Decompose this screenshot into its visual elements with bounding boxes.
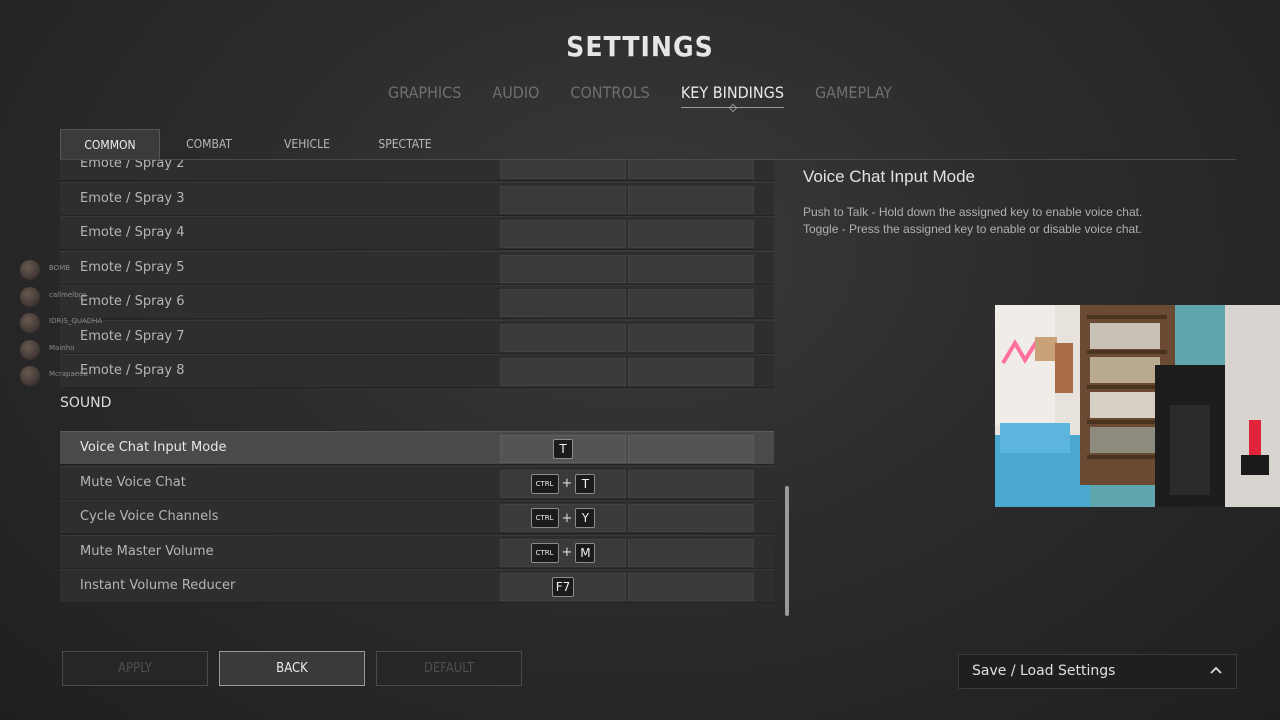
primary-binding-slot[interactable] [500, 289, 626, 317]
secondary-binding-slot[interactable] [628, 323, 754, 352]
subtab-common[interactable]: COMMON [60, 129, 160, 159]
keybind-row-voice-chat-input-mode[interactable]: Voice Chat Input Mode T [60, 431, 774, 465]
default-button[interactable]: DEFAULT [376, 651, 522, 686]
keybind-row-cycle-voice-channels[interactable]: Cycle Voice Channels CTRL + Y [60, 500, 774, 534]
secondary-binding-slot[interactable] [628, 573, 754, 601]
secondary-binding-slot[interactable] [628, 185, 754, 214]
sub-tab-bar: COMMON COMBAT VEHICLE SPECTATE [60, 129, 1236, 160]
primary-binding-slot[interactable] [500, 358, 626, 386]
top-tab-bar: GRAPHICS AUDIO CONTROLS KEY BINDINGS GAM… [0, 80, 1280, 108]
keybind-row-mute-master-volume[interactable]: Mute Master Volume CTRL + M [60, 534, 774, 569]
overlay-username: Mainho [49, 343, 75, 352]
keybind-label: Emote / Spray 2 [80, 160, 185, 171]
keybind-row[interactable]: Emote / Spray 3 [60, 181, 774, 216]
subtab-combat[interactable]: COMBAT [160, 129, 258, 159]
plus-sign: + [561, 545, 573, 560]
save-load-label: Save / Load Settings [972, 663, 1116, 679]
apply-button[interactable]: APPLY [62, 651, 208, 686]
overlay-user: Mainho [18, 338, 188, 365]
back-button[interactable]: BACK [219, 651, 365, 686]
chevron-up-icon [1210, 666, 1222, 674]
plus-sign: + [561, 476, 573, 491]
primary-binding-slot[interactable] [500, 160, 626, 179]
tab-audio[interactable]: AUDIO [492, 80, 539, 108]
primary-binding-slot[interactable]: CTRL + M [500, 538, 626, 567]
key-cap: Y [575, 508, 596, 528]
plus-sign: + [561, 510, 573, 526]
overlay-username: BOMB [49, 264, 71, 272]
overlay-username: IDRIS_QUADHA [49, 317, 103, 325]
secondary-binding-slot[interactable] [628, 358, 754, 386]
overlay-username: Mcrapaeed [49, 370, 88, 378]
primary-binding-slot[interactable]: CTRL + Y [500, 504, 626, 532]
keybind-row-instant-volume-reducer[interactable]: Instant Volume Reducer F7 [60, 569, 774, 603]
save-load-settings-dropdown[interactable]: Save / Load Settings [958, 654, 1237, 689]
webcam-feed [995, 305, 1280, 507]
description-line: Toggle - Press the assigned key to enabl… [803, 222, 1142, 236]
secondary-binding-slot[interactable] [628, 160, 754, 179]
primary-binding-slot[interactable] [500, 220, 626, 248]
description-title: Voice Chat Input Mode [803, 167, 976, 186]
keybind-row[interactable]: Emote / Spray 4 [60, 216, 774, 250]
keybind-label: Mute Voice Chat [80, 474, 186, 490]
avatar [20, 260, 40, 280]
primary-binding-slot[interactable] [500, 323, 626, 352]
subtab-vehicle[interactable]: VEHICLE [258, 129, 356, 159]
keybind-row-mute-voice-chat[interactable]: Mute Voice Chat CTRL + T [60, 465, 774, 500]
secondary-binding-slot[interactable] [628, 504, 754, 532]
avatar [20, 313, 40, 333]
keybind-label: Mute Master Volume [80, 543, 214, 559]
secondary-binding-slot[interactable] [628, 435, 754, 463]
primary-binding-slot[interactable] [500, 185, 626, 214]
secondary-binding-slot[interactable] [628, 220, 754, 248]
voice-overlay: BOMB callmelbgs IDRIS_QUADHA Mainho Mcra… [18, 258, 188, 391]
tab-controls[interactable]: CONTROLS [570, 80, 649, 108]
key-cap: M [575, 542, 596, 563]
key-cap: F7 [551, 577, 575, 597]
page-title: SETTINGS [566, 30, 714, 63]
keybind-label: Instant Volume Reducer [80, 578, 236, 593]
overlay-user: IDRIS_QUADHA [18, 311, 188, 338]
primary-binding-slot[interactable]: CTRL + T [500, 469, 626, 498]
subtab-spectate[interactable]: SPECTATE [356, 129, 454, 159]
overlay-username: callmelbgs [49, 290, 87, 299]
key-cap: T [575, 473, 596, 494]
overlay-user: Mcrapaeed [18, 364, 188, 391]
keybind-label: Emote / Spray 3 [80, 190, 185, 206]
secondary-binding-slot[interactable] [628, 538, 754, 567]
overlay-user: BOMB [18, 258, 188, 285]
primary-binding-slot[interactable] [500, 254, 626, 283]
description-line: Push to Talk - Hold down the assigned ke… [803, 205, 1143, 219]
keybind-label: Cycle Voice Channels [80, 509, 219, 524]
avatar [20, 286, 40, 307]
section-header-sound: SOUND [60, 395, 112, 411]
keybind-label: Voice Chat Input Mode [80, 440, 227, 455]
avatar [20, 366, 40, 386]
secondary-binding-slot[interactable] [628, 254, 754, 283]
tab-graphics[interactable]: GRAPHICS [388, 80, 461, 108]
overlay-user: callmelbgs [18, 285, 188, 312]
key-cap: T [553, 439, 573, 459]
modifier-key-cap: CTRL [530, 508, 559, 528]
modifier-key-cap: CTRL [530, 542, 559, 563]
secondary-binding-slot[interactable] [628, 469, 754, 498]
secondary-binding-slot[interactable] [628, 289, 754, 317]
webcam-image [995, 305, 1280, 507]
avatar [20, 339, 40, 360]
scrollbar-thumb[interactable] [785, 486, 789, 616]
modifier-key-cap: CTRL [530, 473, 559, 494]
keybind-row[interactable]: Emote / Spray 2 [60, 160, 774, 181]
tab-gameplay[interactable]: GAMEPLAY [815, 80, 892, 108]
primary-binding-slot[interactable]: T [500, 435, 626, 463]
primary-binding-slot[interactable]: F7 [500, 573, 626, 601]
keybind-label: Emote / Spray 4 [80, 225, 185, 240]
tab-key-bindings[interactable]: KEY BINDINGS [680, 80, 785, 108]
